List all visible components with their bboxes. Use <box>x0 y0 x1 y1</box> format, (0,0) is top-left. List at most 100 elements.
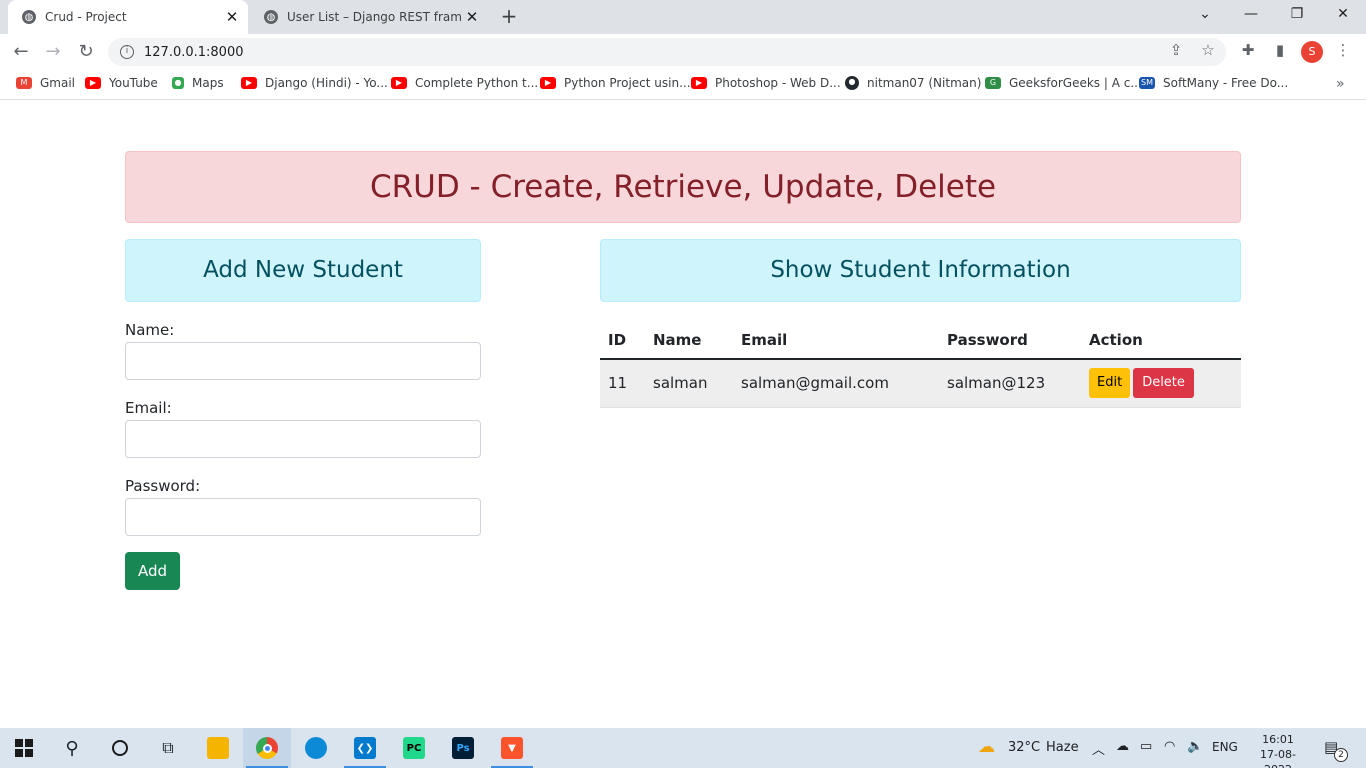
weather-temp[interactable]: 32°C <box>1008 740 1040 755</box>
wifi-icon[interactable]: ◠ <box>1164 739 1175 754</box>
github-icon: ● <box>845 76 859 90</box>
weather-icon[interactable]: ☁ <box>978 737 995 757</box>
bookmark-label: nitman07 (Nitman) <box>867 76 982 90</box>
password-field[interactable] <box>125 498 481 536</box>
folder-icon <box>207 737 229 759</box>
onedrive-icon[interactable]: ☁ <box>1116 739 1129 754</box>
name-field[interactable] <box>125 342 481 380</box>
add-button[interactable]: Add <box>125 552 180 590</box>
bookmark-python-project[interactable]: ▶ Python Project usin... <box>540 76 691 90</box>
address-bar[interactable]: i 127.0.0.1:8000 <box>108 38 1226 66</box>
close-window-icon[interactable]: ✕ <box>1320 6 1366 22</box>
photoshop-icon: Ps <box>452 737 474 759</box>
forward-icon[interactable]: → <box>42 41 64 63</box>
task-view-icon: ⧉ <box>162 738 174 757</box>
close-tab-icon[interactable]: ✕ <box>462 8 482 26</box>
bookmark-photoshop[interactable]: ▶ Photoshop - Web D... <box>691 76 841 90</box>
bookmark-nitman07[interactable]: ● nitman07 (Nitman) <box>845 76 981 90</box>
show-students-heading: Show Student Information <box>600 239 1241 302</box>
cell-name: salman <box>645 359 733 408</box>
clock-date: 17-08-2022 <box>1260 748 1296 768</box>
bookmarks-bar: M Gmail ▶ YouTube ● Maps ▶ Django (Hindi… <box>0 70 1366 100</box>
bookmark-label: Complete Python t... <box>415 76 539 90</box>
edge-icon <box>305 737 327 759</box>
table-row: 11 salman salman@gmail.com salman@123 Ed… <box>600 359 1241 408</box>
taskbar-chrome[interactable] <box>243 728 291 768</box>
bookmark-star-icon[interactable]: ☆ <box>1198 41 1218 59</box>
site-info-icon[interactable]: i <box>120 45 134 59</box>
cell-action: Edit Delete <box>1081 359 1241 408</box>
cell-email: salman@gmail.com <box>733 359 939 408</box>
weather-desc[interactable]: Haze <box>1046 740 1079 755</box>
bookmark-django-hindi[interactable]: ▶ Django (Hindi) - Yo... <box>241 76 388 90</box>
password-label: Password: <box>125 477 201 495</box>
taskbar-edge[interactable] <box>292 728 340 768</box>
taskbar-vscode[interactable]: ❮❯ <box>341 728 389 768</box>
taskbar-photoshop[interactable]: Ps <box>439 728 487 768</box>
youtube-icon: ▶ <box>391 77 407 89</box>
tab-crud-project[interactable]: ◍ Crud - Project ✕ <box>8 0 248 34</box>
cortana-icon <box>112 740 128 756</box>
column-header-name: Name <box>645 321 733 360</box>
volume-icon[interactable]: 🔈 <box>1187 739 1203 754</box>
bookmark-gmail[interactable]: M Gmail <box>16 76 75 90</box>
email-label: Email: <box>125 399 172 417</box>
cortana-button[interactable] <box>96 728 144 768</box>
youtube-icon: ▶ <box>241 77 257 89</box>
youtube-icon: ▶ <box>540 77 556 89</box>
column-header-action: Action <box>1081 321 1241 360</box>
bookmark-geeksforgeeks[interactable]: G GeeksforGeeks | A c... <box>985 76 1142 90</box>
more-bookmarks-icon[interactable]: » <box>1336 76 1345 92</box>
language-indicator[interactable]: ENG <box>1212 740 1238 754</box>
bookmark-softmany[interactable]: SM SoftMany - Free Do... <box>1139 76 1288 90</box>
globe-icon: ◍ <box>264 10 278 24</box>
maps-icon: ● <box>172 77 184 89</box>
search-icon: ⚲ <box>65 737 79 759</box>
add-student-heading: Add New Student <box>125 239 481 302</box>
bookmark-label: Gmail <box>40 76 76 90</box>
taskbar-pycharm[interactable]: PC <box>390 728 438 768</box>
back-icon[interactable]: ← <box>10 41 32 63</box>
taskbar-file-explorer[interactable] <box>194 728 242 768</box>
bookmark-label: Python Project usin... <box>564 76 691 90</box>
edit-button[interactable]: Edit <box>1089 368 1131 399</box>
bookmark-youtube[interactable]: ▶ YouTube <box>85 76 158 90</box>
bookmark-label: Photoshop - Web D... <box>715 76 841 90</box>
vscode-icon: ❮❯ <box>354 737 376 759</box>
tab-user-list[interactable]: ◍ User List – Django REST framewo ✕ <box>250 0 488 34</box>
new-tab-button[interactable]: + <box>498 5 520 27</box>
profile-avatar[interactable]: S <box>1301 41 1323 63</box>
reload-icon[interactable]: ↻ <box>75 41 97 63</box>
search-button[interactable]: ⚲ <box>48 728 96 768</box>
chevron-up-icon[interactable]: ︿ <box>1092 739 1105 758</box>
task-view-button[interactable]: ⧉ <box>144 728 192 768</box>
menu-icon[interactable]: ⋮ <box>1332 41 1354 59</box>
taskbar-brave[interactable]: ▼ <box>488 728 536 768</box>
bookmark-maps[interactable]: ● Maps <box>172 76 224 90</box>
browser-toolbar: ← → ↻ i 127.0.0.1:8000 ⇪ ☆ ✚ ▮ S ⋮ <box>0 34 1366 70</box>
tab-search-icon[interactable]: ⌄ <box>1182 6 1228 22</box>
taskbar: ⚲ ⧉ ❮❯ PC Ps ▼ ☁ 32°C Haze ︿ ☁ ▭ ◠ 🔈 ENG… <box>0 728 1366 768</box>
bookmark-label: SoftMany - Free Do... <box>1163 76 1289 90</box>
share-icon[interactable]: ⇪ <box>1166 41 1186 59</box>
clock[interactable]: 16:01 17-08-2022 <box>1248 732 1308 768</box>
bookmark-label: Maps <box>192 76 224 90</box>
battery-icon[interactable]: ▭ <box>1140 739 1152 754</box>
extensions-icon[interactable]: ✚ <box>1237 41 1259 59</box>
start-button[interactable] <box>0 728 48 768</box>
close-tab-icon[interactable]: ✕ <box>222 8 242 26</box>
tab-title: Crud - Project <box>45 10 127 24</box>
restore-icon[interactable]: ❐ <box>1274 6 1320 22</box>
name-label: Name: <box>125 321 175 339</box>
windows-icon <box>15 739 33 757</box>
youtube-icon: ▶ <box>85 77 101 89</box>
cell-password: salman@123 <box>939 359 1081 408</box>
delete-button[interactable]: Delete <box>1133 368 1194 399</box>
minimize-icon[interactable]: — <box>1228 6 1274 22</box>
gmail-icon: M <box>16 77 32 89</box>
column-header-email: Email <box>733 321 939 360</box>
side-panel-icon[interactable]: ▮ <box>1269 41 1291 59</box>
bookmark-complete-python[interactable]: ▶ Complete Python t... <box>391 76 538 90</box>
chrome-icon <box>256 737 278 759</box>
email-field[interactable] <box>125 420 481 458</box>
